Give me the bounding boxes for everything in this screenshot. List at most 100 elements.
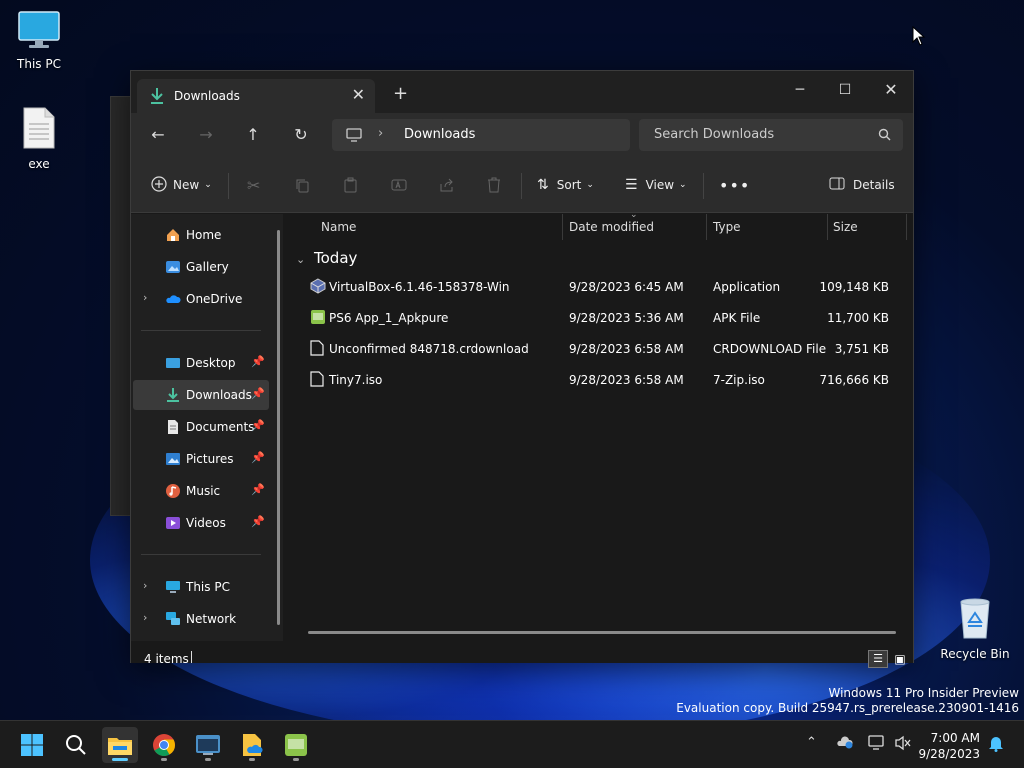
taskbar-apk-app[interactable] <box>278 727 314 763</box>
view-button[interactable]: ☰ View ⌄ <box>625 173 687 197</box>
sidebar-item-this-pc[interactable]: › This PC <box>133 572 269 602</box>
sidebar-item-documents[interactable]: Documents 📌 <box>133 412 269 442</box>
sidebar-item-downloads[interactable]: Downloads 📌 <box>133 380 269 410</box>
chevron-right-icon[interactable]: › <box>378 126 383 141</box>
volume-muted-icon[interactable] <box>894 735 912 755</box>
back-button[interactable]: ← <box>145 125 171 147</box>
sidebar-item-label: Documents <box>186 420 255 434</box>
forward-button[interactable]: → <box>193 125 219 147</box>
sidebar-item-music[interactable]: Music 📌 <box>133 476 269 506</box>
divider <box>906 214 907 240</box>
chevron-right-icon[interactable]: › <box>143 579 147 592</box>
network-icon[interactable] <box>868 735 886 755</box>
delete-icon[interactable] <box>487 173 501 197</box>
sort-icon: ⇅ <box>537 177 549 193</box>
pin-icon[interactable]: 📌 <box>251 419 265 432</box>
watermark-line1: Windows 11 Pro Insider Preview <box>828 686 1019 700</box>
sidebar-item-label: Network <box>186 612 237 626</box>
view-lines-icon: ☰ <box>625 177 638 193</box>
tab-downloads[interactable]: Downloads ✕ <box>137 79 375 113</box>
details-view-icon[interactable]: ☰ <box>868 650 888 668</box>
title-bar[interactable]: Downloads ✕ + ─ ☐ ✕ <box>131 71 913 113</box>
desktop-icon-exe[interactable]: exe <box>1 106 77 171</box>
sidebar-item-gallery[interactable]: Gallery <box>133 252 269 282</box>
share-icon[interactable] <box>439 173 455 197</box>
file-explorer-window[interactable]: Downloads ✕ + ─ ☐ ✕ ← → ↑ ↻ › Downloads … <box>130 70 914 668</box>
virtualbox-icon <box>310 278 326 297</box>
monitor-icon <box>18 11 60 48</box>
watermark-line2: Evaluation copy. Build 25947.rs_prerelea… <box>676 701 1019 715</box>
search-box[interactable]: Search Downloads <box>639 119 903 151</box>
taskbar-chrome[interactable] <box>146 727 182 763</box>
minimize-button[interactable]: ─ <box>777 75 823 105</box>
rename-icon[interactable] <box>391 173 407 197</box>
taskbar-app-window[interactable] <box>190 727 226 763</box>
maximize-button[interactable]: ☐ <box>822 75 868 105</box>
search-button[interactable] <box>58 727 94 763</box>
pin-icon[interactable]: 📌 <box>251 515 265 528</box>
home-icon <box>165 227 181 243</box>
file-date: 9/28/2023 6:58 AM <box>569 373 684 387</box>
refresh-button[interactable]: ↻ <box>288 125 314 147</box>
close-tab-icon[interactable]: ✕ <box>352 85 365 104</box>
nav-scrollbar[interactable] <box>277 230 280 625</box>
column-header-type[interactable]: Type <box>713 220 741 242</box>
notification-bell-icon[interactable] <box>988 734 1004 756</box>
up-button[interactable]: ↑ <box>240 125 266 147</box>
start-button[interactable] <box>14 727 50 763</box>
desktop-icon-recycle-bin[interactable]: Recycle Bin <box>937 596 1013 661</box>
table-row[interactable]: Unconfirmed 848718.crdownload 9/28/2023 … <box>300 334 900 364</box>
chevron-right-icon[interactable]: › <box>143 611 147 624</box>
chevron-up-icon[interactable]: ⌃ <box>806 735 817 750</box>
cut-icon[interactable]: ✂ <box>247 173 260 197</box>
paste-icon[interactable] <box>343 173 358 197</box>
sidebar-item-home[interactable]: Home <box>133 220 269 250</box>
tiles-view-icon[interactable]: ▣ <box>891 650 909 668</box>
table-row[interactable]: Tiny7.iso 9/28/2023 6:58 AM 7-Zip.iso 71… <box>300 365 900 395</box>
chevron-right-icon[interactable]: › <box>143 291 147 304</box>
onedrive-status-icon[interactable] <box>836 735 854 753</box>
column-header-size[interactable]: Size <box>833 220 858 242</box>
file-date: 9/28/2023 5:36 AM <box>569 311 684 325</box>
search-input[interactable]: Search Downloads <box>654 127 774 142</box>
sidebar-item-label: Music <box>186 484 221 498</box>
new-button[interactable]: New ⌄ <box>151 173 212 197</box>
copy-icon[interactable] <box>295 173 310 197</box>
mouse-cursor-icon <box>912 26 926 46</box>
sort-button[interactable]: ⇅ Sort ⌄ <box>537 173 594 197</box>
details-pane-button[interactable]: Details <box>829 173 895 197</box>
pin-icon[interactable]: 📌 <box>251 451 265 464</box>
sidebar-item-pictures[interactable]: Pictures 📌 <box>133 444 269 474</box>
table-row[interactable]: VirtualBox-6.1.46-158378-Win 9/28/2023 6… <box>300 272 900 302</box>
sidebar-item-network[interactable]: › Network <box>133 604 269 634</box>
table-row[interactable]: PS6 App_1_Apkpure 9/28/2023 5:36 AM APK … <box>300 303 900 333</box>
column-header-date[interactable]: Date modified <box>569 220 654 242</box>
document-cloud-icon <box>243 734 263 756</box>
sidebar-item-desktop[interactable]: Desktop 📌 <box>133 348 269 378</box>
apk-icon <box>285 734 307 756</box>
sidebar-item-label: OneDrive <box>186 292 243 306</box>
pin-icon[interactable]: 📌 <box>251 483 265 496</box>
more-options-icon[interactable]: ••• <box>719 173 750 197</box>
group-header-today[interactable]: ⌄ Today <box>296 249 357 267</box>
running-indicator <box>112 758 128 761</box>
horizontal-scrollbar[interactable] <box>308 631 896 634</box>
taskbar-file-app[interactable] <box>234 727 270 763</box>
pin-icon[interactable]: 📌 <box>251 355 265 368</box>
item-count: 4 items <box>144 652 189 666</box>
file-icon <box>310 371 324 390</box>
clock-date: 9/28/2023 <box>918 747 980 761</box>
desktop-icon-this-pc[interactable]: This PC <box>1 10 77 71</box>
chevron-down-icon: ⌄ <box>296 253 306 266</box>
address-bar[interactable]: › Downloads <box>332 119 630 151</box>
desktop-icon <box>165 355 181 371</box>
breadcrumb-downloads[interactable]: Downloads <box>404 127 475 142</box>
sidebar-item-videos[interactable]: Videos 📌 <box>133 508 269 538</box>
new-tab-button[interactable]: + <box>393 83 408 104</box>
close-window-button[interactable]: ✕ <box>868 75 914 105</box>
pin-icon[interactable]: 📌 <box>251 387 265 400</box>
column-header-name[interactable]: Name <box>321 220 356 242</box>
taskbar-file-explorer[interactable] <box>102 727 138 763</box>
sidebar-item-onedrive[interactable]: › OneDrive <box>133 284 269 314</box>
clock[interactable]: 7:00 AM 9/28/2023 <box>918 730 980 762</box>
